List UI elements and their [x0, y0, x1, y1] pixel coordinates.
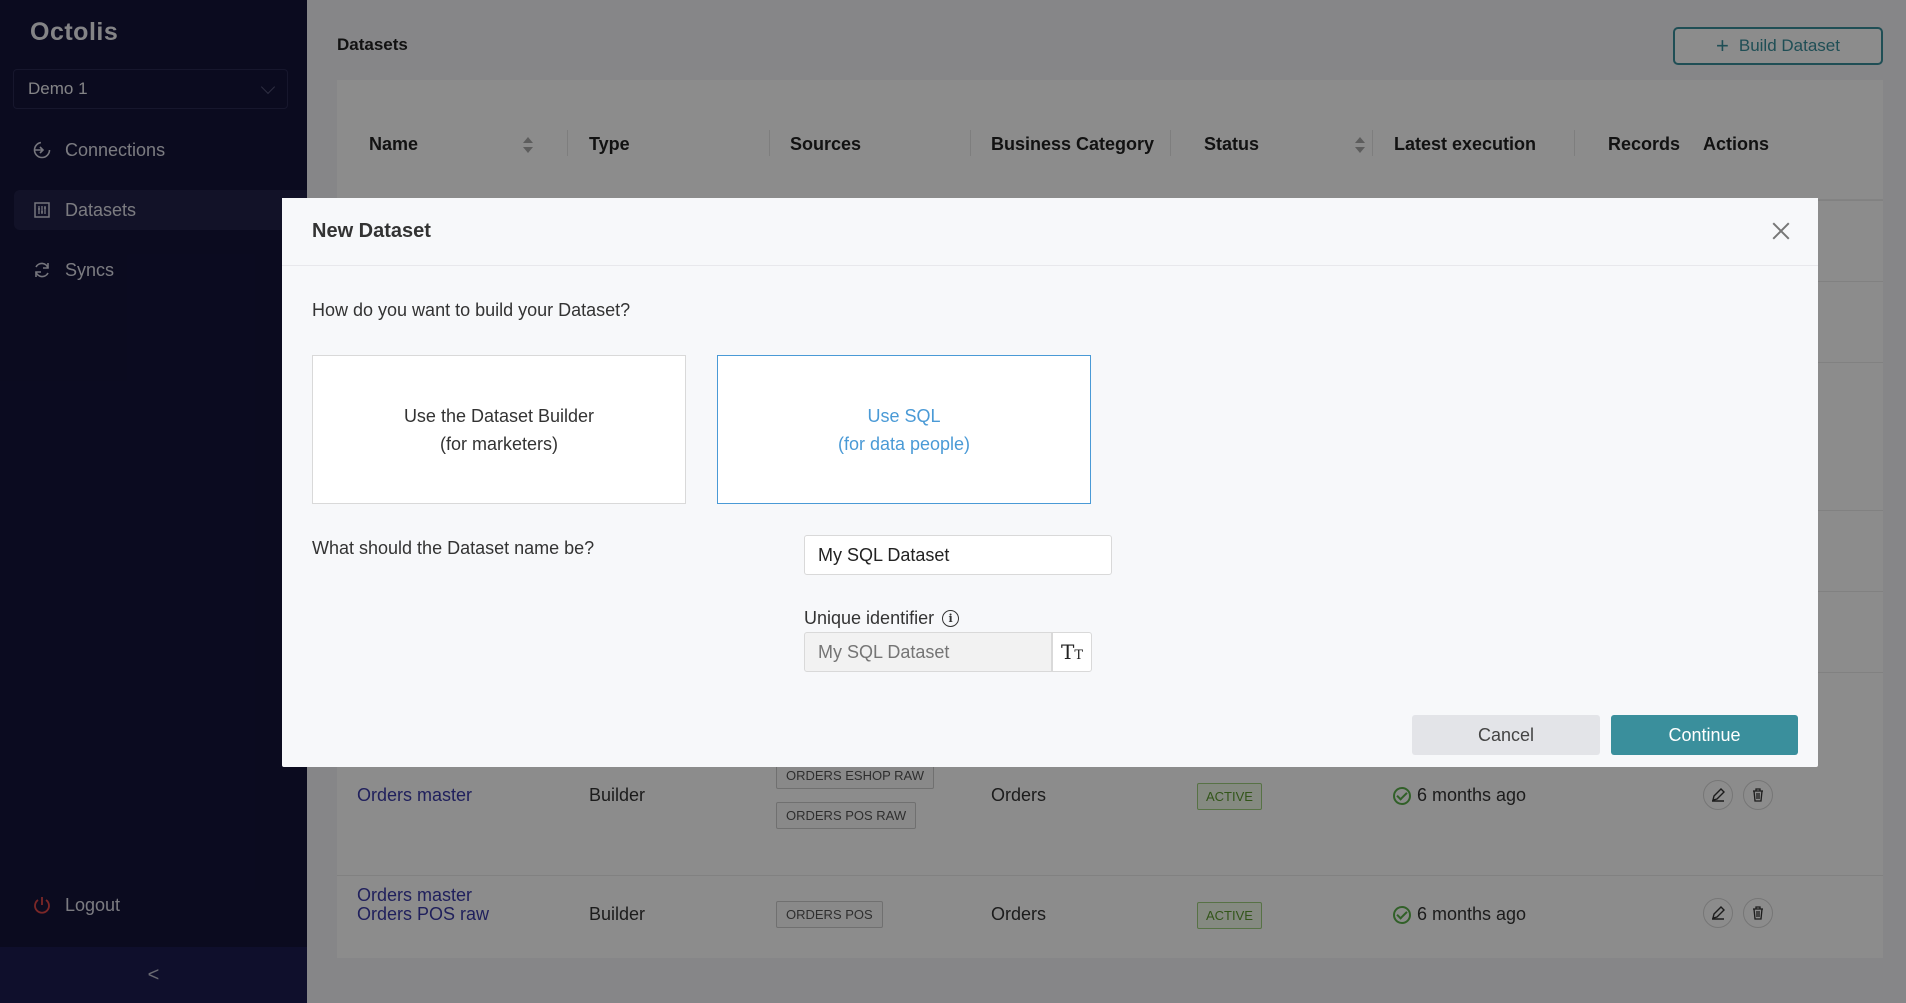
option-dataset-builder[interactable]: Use the Dataset Builder (for marketers): [312, 355, 686, 504]
option-subtitle: (for data people): [837, 433, 971, 454]
dataset-name-question: What should the Dataset name be?: [312, 538, 595, 558]
unique-identifier-label: Unique identifier i: [804, 608, 960, 629]
info-icon[interactable]: i: [942, 610, 960, 627]
option-subtitle: (for marketers): [439, 433, 558, 454]
text-size-icon: TT: [1060, 640, 1083, 664]
option-title: Use the Dataset Builder: [403, 405, 595, 426]
dataset-name-input[interactable]: [804, 535, 1112, 575]
cancel-button[interactable]: Cancel: [1412, 715, 1600, 755]
new-dataset-modal: New Dataset How do you want to build you…: [282, 198, 1818, 767]
close-icon[interactable]: [1770, 220, 1792, 242]
option-title: Use SQL: [867, 405, 941, 426]
continue-button[interactable]: Continue: [1611, 715, 1798, 755]
modal-title: New Dataset: [312, 220, 431, 242]
option-use-sql[interactable]: Use SQL (for data people): [717, 355, 1091, 504]
text-format-button[interactable]: TT: [1052, 632, 1092, 672]
unique-identifier-text: Unique identifier: [804, 608, 935, 628]
unique-identifier-input[interactable]: [804, 632, 1052, 672]
modal-header: New Dataset: [282, 198, 1818, 266]
build-method-question: How do you want to build your Dataset?: [312, 300, 631, 320]
